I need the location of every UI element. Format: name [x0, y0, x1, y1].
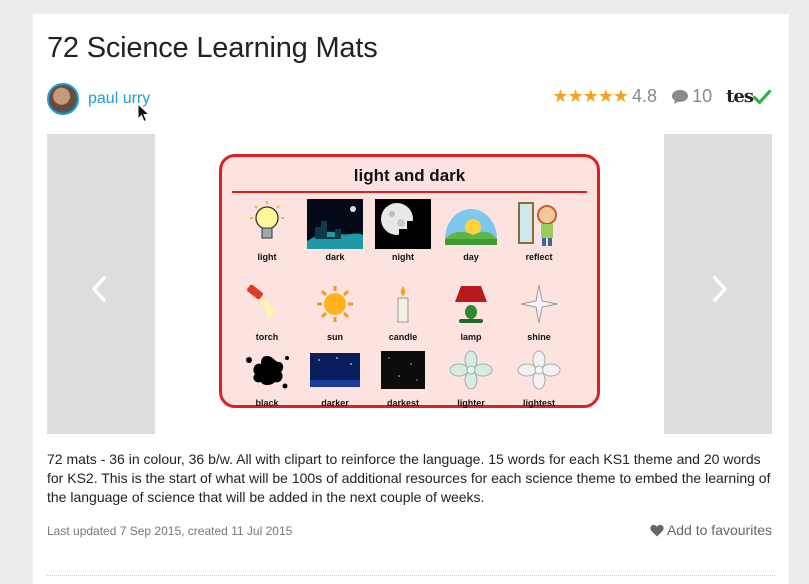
mat-title: light and dark	[353, 166, 466, 185]
darker-sky-icon	[310, 353, 360, 387]
torch-icon	[247, 284, 277, 318]
mouse-cursor-icon	[137, 103, 151, 123]
mat-word-label: day	[463, 252, 479, 262]
comment-count[interactable]: 10	[692, 86, 712, 107]
preview-image[interactable]: light and dark light dark night day refl…	[219, 154, 600, 408]
black-splat-icon	[246, 356, 289, 389]
mat-word-reflect: reflect	[504, 199, 574, 262]
mat-word-label: light	[257, 252, 277, 262]
mat-word-darkest: darkest	[368, 345, 438, 408]
shine-star-icon	[520, 284, 558, 324]
lightest-flower-icon	[517, 350, 561, 390]
resource-card: 72 Science Learning Mats paul urry ★★★★★…	[33, 14, 789, 584]
sun-icon	[317, 286, 353, 322]
brand-text: tes	[726, 86, 754, 107]
chevron-left-icon	[92, 276, 106, 302]
mat-word-lamp: lamp	[436, 279, 506, 342]
mat-word-shine: shine	[504, 279, 574, 342]
carousel-prev-button[interactable]	[47, 134, 155, 434]
mat-word-label: black	[255, 398, 279, 408]
heart-icon	[650, 524, 664, 536]
mat-word-light: light	[232, 199, 302, 262]
dark-city-icon	[307, 199, 363, 249]
mat-word-label: darkest	[386, 398, 420, 408]
divider	[47, 575, 775, 576]
avatar[interactable]	[47, 83, 79, 115]
mat-word-candle: candle	[368, 279, 438, 342]
night-moon-icon	[375, 199, 431, 249]
mat-divider	[232, 191, 587, 193]
carousel-next-button[interactable]	[664, 134, 772, 434]
mat-word-dark: dark	[300, 199, 370, 262]
mat-word-label: lighter	[457, 398, 485, 408]
mat-word-day: day	[436, 199, 506, 262]
tes-logo: tes	[726, 86, 771, 107]
page-title: 72 Science Learning Mats	[47, 32, 378, 64]
mat-word-sun: sun	[300, 279, 370, 342]
mat-word-label: darker	[321, 398, 349, 408]
comment-icon[interactable]	[671, 89, 689, 105]
lighter-flower-icon	[449, 350, 493, 390]
verified-check-icon	[753, 89, 771, 104]
mat-word-label: lamp	[460, 332, 482, 342]
mirror-child-icon	[518, 202, 557, 246]
mat-word-label: shine	[527, 332, 551, 342]
mat-word-label: sun	[326, 332, 343, 342]
mat-word-label: dark	[325, 252, 345, 262]
day-landscape-icon	[445, 209, 497, 245]
favourite-label: Add to favourites	[666, 522, 772, 538]
mat-word-label: torch	[255, 332, 279, 342]
mat-word-label: reflect	[525, 252, 553, 262]
mat-word-torch: torch	[232, 279, 302, 342]
resource-meta: ★★★★★ 4.8 10 tes	[552, 86, 771, 107]
author[interactable]: paul urry	[47, 83, 150, 115]
mat-word-lightest: lightest	[504, 345, 574, 408]
lamp-icon	[455, 286, 487, 323]
mat-word-lighter: lighter	[436, 345, 506, 408]
candle-icon	[397, 286, 409, 323]
last-updated: Last updated 7 Sep 2015, created 11 Jul …	[47, 524, 293, 538]
light-bulb-icon	[250, 201, 284, 239]
mat-word-label: lightest	[522, 398, 555, 408]
star-rating[interactable]: ★★★★★	[552, 86, 629, 107]
chevron-right-icon	[713, 276, 727, 302]
darkest-sky-icon	[381, 351, 425, 389]
mat-word-label: night	[392, 252, 414, 262]
resource-description: 72 mats - 36 in colour, 36 b/w. All with…	[47, 451, 771, 505]
mat-word-label: candle	[388, 332, 418, 342]
add-to-favourites-button[interactable]: Add to favourites	[650, 522, 772, 538]
mat-word-black: black	[232, 345, 302, 408]
rating-value: 4.8	[632, 86, 658, 106]
preview-carousel: light and dark light dark night day refl…	[47, 134, 772, 434]
mat-word-darker: darker	[300, 345, 370, 408]
mat-word-night: night	[368, 199, 438, 262]
